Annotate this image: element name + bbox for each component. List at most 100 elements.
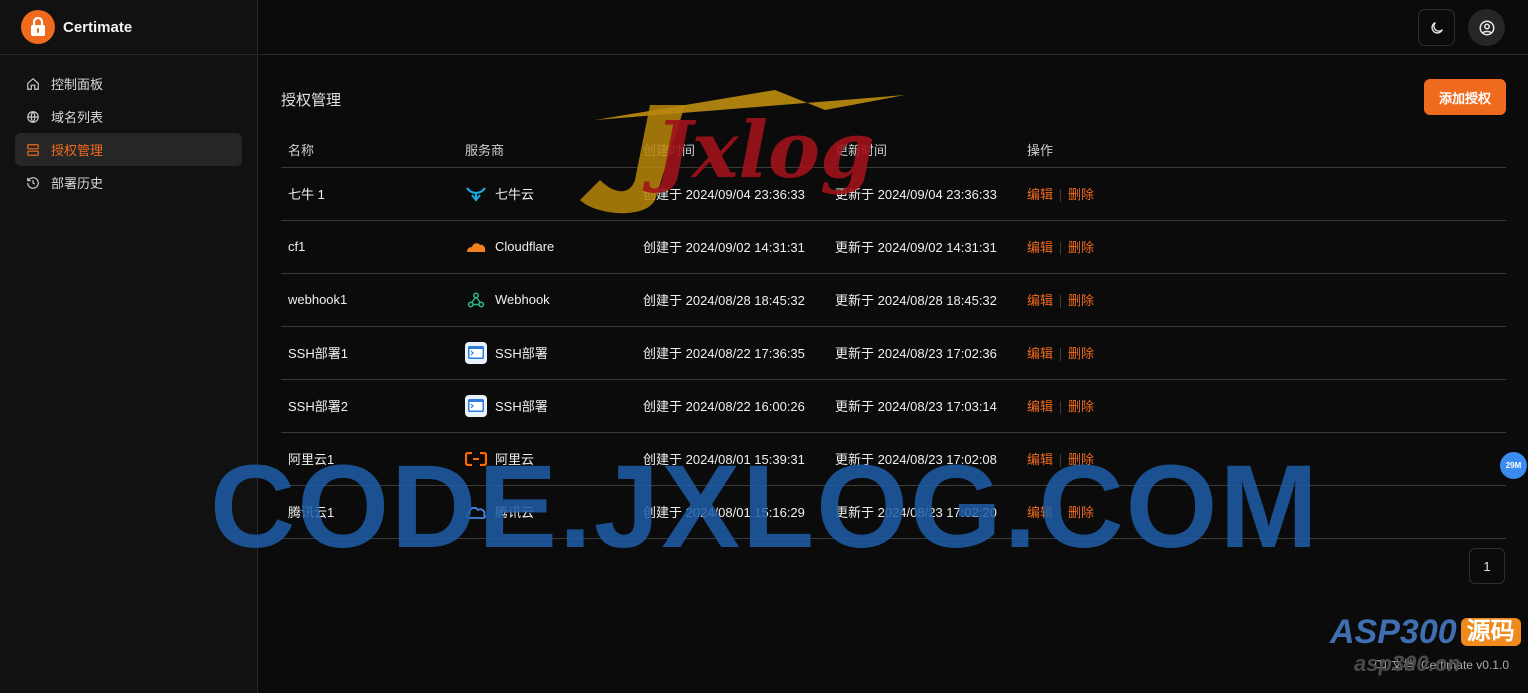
delete-link[interactable]: 删除 xyxy=(1068,452,1094,467)
history-icon xyxy=(27,176,39,189)
cell-name: 七牛 1 xyxy=(281,167,458,221)
app-name: Certimate xyxy=(63,18,133,36)
cell-provider: 七牛云 xyxy=(465,183,636,205)
sidebar-item-label: 控制面板 xyxy=(51,77,104,92)
edit-link[interactable]: 编辑 xyxy=(1027,399,1053,414)
cell-name: webhook1 xyxy=(281,273,458,327)
provider-label: Webhook xyxy=(495,292,550,307)
cell-updated: 更新于 2024/08/23 17:02:08 xyxy=(828,432,1020,486)
sidebar-item-history[interactable]: 部署历史 xyxy=(15,166,242,199)
cell-created: 创建于 2024/08/22 17:36:35 xyxy=(636,326,828,380)
floating-badge[interactable]: 29M xyxy=(1500,452,1527,479)
sidebar-item-domains[interactable]: 域名列表 xyxy=(15,100,242,133)
docs-label: 文档 xyxy=(1390,658,1415,672)
cell-name: cf1 xyxy=(281,220,458,274)
cell-provider: Webhook xyxy=(465,289,636,311)
qiniu-icon xyxy=(465,183,487,205)
column-header-actions: 操作 xyxy=(1020,132,1506,168)
ssh-icon xyxy=(465,394,487,417)
cell-updated: 更新于 2024/08/23 17:02:36 xyxy=(828,326,1020,380)
table-row: webhook1 Webhook 创建于 2024/08/28 18:45:32… xyxy=(281,273,1506,327)
main-content: 授权管理 添加授权 名称 服务商 创建时间 更新时间 操作 七牛 1 七牛云 创… xyxy=(259,55,1528,693)
cell-provider: 腾讯云 xyxy=(465,501,636,523)
footer: 文档 Certimate v0.1.0 xyxy=(1374,656,1509,673)
delete-link[interactable]: 删除 xyxy=(1068,399,1094,414)
cell-updated: 更新于 2024/08/23 17:03:14 xyxy=(828,379,1020,433)
table-row: 阿里云1 阿里云 创建于 2024/08/01 15:39:31 更新于 202… xyxy=(281,432,1506,486)
sidebar-item-label: 部署历史 xyxy=(51,176,104,191)
sidebar-item-label: 授权管理 xyxy=(51,143,104,158)
provider-label: SSH部署 xyxy=(495,346,548,361)
page-title: 授权管理 xyxy=(281,92,342,109)
table-row: SSH部署2 SSH部署 创建于 2024/08/22 16:00:26 更新于… xyxy=(281,379,1506,433)
table-row: SSH部署1 SSH部署 创建于 2024/08/22 17:36:35 更新于… xyxy=(281,326,1506,380)
theme-toggle-button[interactable] xyxy=(1418,9,1455,46)
provider-label: 阿里云 xyxy=(495,452,535,467)
aliyun-icon xyxy=(465,448,487,470)
provider-label: Cloudflare xyxy=(495,239,555,254)
cell-provider: SSH部署 xyxy=(465,394,636,417)
edit-link[interactable]: 编辑 xyxy=(1027,346,1053,361)
webhook-icon xyxy=(465,289,487,311)
action-divider xyxy=(1060,189,1062,203)
sidebar-nav: 控制面板 域名列表 授权管理 部署历史 xyxy=(0,55,257,211)
cloudflare-icon xyxy=(465,236,487,258)
cell-updated: 更新于 2024/08/28 18:45:32 xyxy=(828,273,1020,327)
column-header-updated: 更新时间 xyxy=(828,132,1020,168)
edit-link[interactable]: 编辑 xyxy=(1027,293,1053,308)
user-menu-button[interactable] xyxy=(1468,9,1505,46)
cell-provider: Cloudflare xyxy=(465,236,636,258)
action-divider xyxy=(1060,401,1062,415)
cell-provider: 阿里云 xyxy=(465,448,636,470)
access-table: 名称 服务商 创建时间 更新时间 操作 七牛 1 七牛云 创建于 2024/09… xyxy=(281,132,1506,539)
cell-created: 创建于 2024/08/22 16:00:26 xyxy=(636,379,828,433)
add-access-button[interactable]: 添加授权 xyxy=(1424,79,1506,115)
delete-link[interactable]: 删除 xyxy=(1068,240,1094,255)
action-divider xyxy=(1060,454,1062,468)
brand[interactable]: Certimate xyxy=(0,0,257,55)
delete-link[interactable]: 删除 xyxy=(1068,293,1094,308)
home-icon xyxy=(27,77,39,90)
cell-created: 创建于 2024/08/28 18:45:32 xyxy=(636,273,828,327)
delete-link[interactable]: 删除 xyxy=(1068,505,1094,520)
delete-link[interactable]: 删除 xyxy=(1068,346,1094,361)
server-icon xyxy=(27,143,39,156)
action-divider xyxy=(1060,507,1062,521)
cell-provider: SSH部署 xyxy=(465,341,636,364)
table-row: 七牛 1 七牛云 创建于 2024/09/04 23:36:33 更新于 202… xyxy=(281,167,1506,221)
cell-created: 创建于 2024/09/04 23:36:33 xyxy=(636,167,828,221)
ssh-icon xyxy=(465,341,487,364)
cell-updated: 更新于 2024/09/04 23:36:33 xyxy=(828,167,1020,221)
version-label: Certimate v0.1.0 xyxy=(1420,657,1509,672)
cell-created: 创建于 2024/08/01 15:39:31 xyxy=(636,432,828,486)
provider-label: 腾讯云 xyxy=(495,505,535,520)
edit-link[interactable]: 编辑 xyxy=(1027,240,1053,255)
edit-link[interactable]: 编辑 xyxy=(1027,452,1053,467)
table-row: 腾讯云1 腾讯云 创建于 2024/08/01 15:16:29 更新于 202… xyxy=(281,485,1506,539)
action-divider xyxy=(1060,295,1062,309)
table-header-row: 名称 服务商 创建时间 更新时间 操作 xyxy=(281,132,1506,168)
edit-link[interactable]: 编辑 xyxy=(1027,187,1053,202)
provider-label: SSH部署 xyxy=(495,399,548,414)
pagination-page-1[interactable]: 1 xyxy=(1469,548,1505,584)
action-divider xyxy=(1060,242,1062,256)
moon-icon xyxy=(1430,21,1443,34)
docs-link[interactable]: 文档 xyxy=(1374,656,1415,673)
lock-logo-icon xyxy=(21,10,55,44)
sidebar: Certimate 控制面板 域名列表 授权管理 部署历史 xyxy=(0,0,258,693)
sidebar-item-dashboard[interactable]: 控制面板 xyxy=(15,67,242,100)
cell-name: 腾讯云1 xyxy=(281,485,458,539)
cell-created: 创建于 2024/09/02 14:31:31 xyxy=(636,220,828,274)
cell-name: 阿里云1 xyxy=(281,432,458,486)
column-header-name: 名称 xyxy=(281,132,458,168)
edit-link[interactable]: 编辑 xyxy=(1027,505,1053,520)
delete-link[interactable]: 删除 xyxy=(1068,187,1094,202)
globe-icon xyxy=(27,110,39,123)
cell-name: SSH部署2 xyxy=(281,379,458,433)
tencent-cloud-icon xyxy=(465,501,487,523)
sidebar-item-access[interactable]: 授权管理 xyxy=(15,133,242,166)
column-header-provider: 服务商 xyxy=(458,132,636,168)
cell-updated: 更新于 2024/08/23 17:02:20 xyxy=(828,485,1020,539)
cell-name: SSH部署1 xyxy=(281,326,458,380)
provider-label: 七牛云 xyxy=(495,187,535,202)
